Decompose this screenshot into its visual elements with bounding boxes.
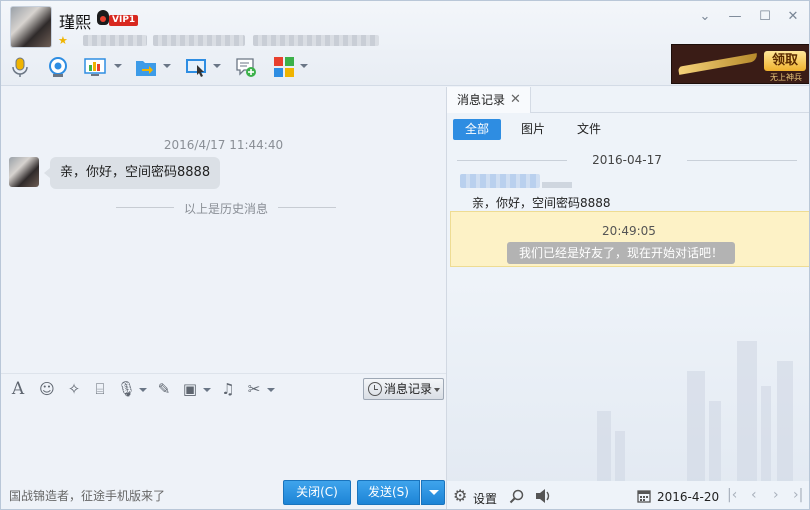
signature-blurred bbox=[83, 35, 147, 46]
send-button[interactable]: 发送(S) bbox=[357, 480, 420, 505]
settings-label[interactable]: 设置 bbox=[473, 490, 497, 507]
search-icon[interactable] bbox=[509, 489, 524, 504]
voice-icon[interactable]: 🎙 bbox=[117, 380, 136, 398]
history-panel: 消息记录 ✕ 全部 图片 文件 2016-04-17 亲，你好，空间密码8888… bbox=[447, 87, 809, 509]
apps-icon[interactable] bbox=[273, 56, 295, 78]
chevron-down-icon[interactable]: ⌄ bbox=[697, 9, 713, 25]
chevron-down-icon[interactable] bbox=[139, 388, 147, 392]
add-chat-icon[interactable] bbox=[235, 56, 257, 78]
remote-desktop-icon[interactable] bbox=[185, 56, 207, 78]
message-history-button[interactable]: 消息记录 bbox=[363, 378, 444, 400]
close-icon[interactable]: ✕ bbox=[785, 9, 801, 25]
signature-blurred-3 bbox=[253, 35, 379, 46]
image-icon[interactable]: ▣ bbox=[181, 380, 199, 398]
message-input[interactable] bbox=[1, 403, 446, 477]
penguin-icon bbox=[97, 10, 109, 25]
filter-images[interactable]: 图片 bbox=[513, 119, 553, 140]
emoji-icon[interactable]: ☺ bbox=[38, 380, 56, 398]
vip-badge[interactable]: VIP1 bbox=[109, 15, 139, 26]
gear-icon[interactable]: ⚙ bbox=[453, 486, 467, 505]
signature-blurred-2 bbox=[153, 35, 245, 46]
speaker-icon[interactable] bbox=[535, 488, 553, 504]
sender-time-blurred bbox=[542, 182, 572, 188]
message-list[interactable]: 2016/4/17 11:44:40 亲，你好，空间密码8888 以上是历史消息 bbox=[1, 87, 446, 372]
chevron-down-icon[interactable] bbox=[213, 64, 221, 68]
sword-icon bbox=[677, 53, 759, 75]
filter-files[interactable]: 文件 bbox=[569, 119, 609, 140]
edit-icon[interactable]: ✎ bbox=[155, 380, 173, 398]
scissors-icon[interactable]: ✂ bbox=[245, 380, 263, 398]
history-date: 2016-04-17 bbox=[457, 153, 797, 167]
chevron-down-icon[interactable] bbox=[267, 388, 275, 392]
system-time: 20:49:05 bbox=[602, 224, 656, 238]
tab-message-history[interactable]: 消息记录 ✕ bbox=[447, 87, 531, 113]
filter-all[interactable]: 全部 bbox=[453, 119, 501, 140]
chat-window: 瑾熙 VIP1 ★ ⌄ — ☐ ✕ 领取 无上神兵 2016/4/17 11:4… bbox=[0, 0, 810, 510]
tab-label: 消息记录 bbox=[457, 93, 506, 107]
message-timestamp: 2016/4/17 11:44:40 bbox=[163, 138, 284, 152]
input-toolbar: A ☺ ✧ ⌸ 🎙 ✎ ▣ ♫ ✂ 消息记录 bbox=[1, 373, 446, 403]
video-camera-icon[interactable] bbox=[47, 56, 69, 78]
file-transfer-icon[interactable] bbox=[135, 56, 157, 78]
message-bubble[interactable]: 亲，你好，空间密码8888 bbox=[43, 157, 221, 189]
font-icon[interactable]: A bbox=[9, 380, 27, 398]
last-page-icon[interactable]: ›| bbox=[793, 487, 803, 503]
microphone-icon[interactable] bbox=[9, 56, 31, 78]
chevron-down-icon[interactable] bbox=[163, 64, 171, 68]
screenshot-icon[interactable]: ⌸ bbox=[91, 380, 109, 398]
first-page-icon[interactable]: |‹ bbox=[727, 487, 737, 503]
system-message: 我们已经是好友了，现在开始对话吧！ bbox=[507, 242, 736, 264]
close-button[interactable]: 关闭(C) bbox=[283, 480, 351, 505]
chevron-down-icon[interactable] bbox=[203, 388, 211, 392]
system-notice: 20:49:05 我们已经是好友了，现在开始对话吧！ bbox=[450, 211, 809, 267]
star-icon: ★ bbox=[58, 34, 68, 47]
calendar-icon[interactable] bbox=[637, 489, 651, 503]
history-message[interactable]: 亲，你好，空间密码8888 bbox=[472, 194, 611, 211]
claim-button[interactable]: 领取 bbox=[764, 51, 806, 71]
send-options-caret[interactable] bbox=[421, 480, 445, 505]
calendar-date[interactable]: 2016-4-20 bbox=[657, 490, 719, 504]
minimize-icon[interactable]: — bbox=[727, 9, 743, 25]
promo-link[interactable]: 国战锦造者，征途手机版来了 bbox=[9, 487, 165, 504]
contact-name[interactable]: 瑾熙 bbox=[59, 9, 91, 33]
next-page-icon[interactable]: › bbox=[773, 487, 779, 503]
screen-share-icon[interactable] bbox=[84, 56, 106, 78]
magic-wand-icon[interactable]: ✧ bbox=[65, 380, 83, 398]
city-skyline-watermark bbox=[447, 281, 809, 481]
music-icon[interactable]: ♫ bbox=[219, 380, 237, 398]
promo-banner[interactable]: 领取 无上神兵 bbox=[671, 44, 809, 84]
history-separator: 以上是历史消息 bbox=[116, 200, 336, 216]
contact-avatar[interactable] bbox=[10, 6, 52, 48]
maximize-icon[interactable]: ☐ bbox=[757, 9, 773, 25]
sender-avatar[interactable] bbox=[9, 157, 39, 187]
chevron-down-icon[interactable] bbox=[300, 64, 308, 68]
history-tab-bar: 消息记录 ✕ bbox=[447, 87, 809, 113]
chat-header: 瑾熙 VIP1 ★ ⌄ — ☐ ✕ 领取 无上神兵 bbox=[1, 1, 809, 86]
prev-page-icon[interactable]: ‹ bbox=[751, 487, 757, 503]
send-bar: 国战锦造者，征途手机版来了 关闭(C) 发送(S) bbox=[1, 477, 446, 509]
sender-name-blurred bbox=[460, 174, 540, 188]
chevron-down-icon bbox=[434, 388, 440, 392]
message-history-label: 消息记录 bbox=[384, 382, 433, 396]
chevron-down-icon[interactable] bbox=[114, 64, 122, 68]
clock-icon bbox=[368, 382, 382, 396]
promo-subtitle: 无上神兵 bbox=[770, 73, 802, 82]
history-footer: ⚙ 设置 2016-4-20 |‹ ‹ › ›| bbox=[447, 481, 809, 509]
close-icon[interactable]: ✕ bbox=[510, 87, 521, 113]
